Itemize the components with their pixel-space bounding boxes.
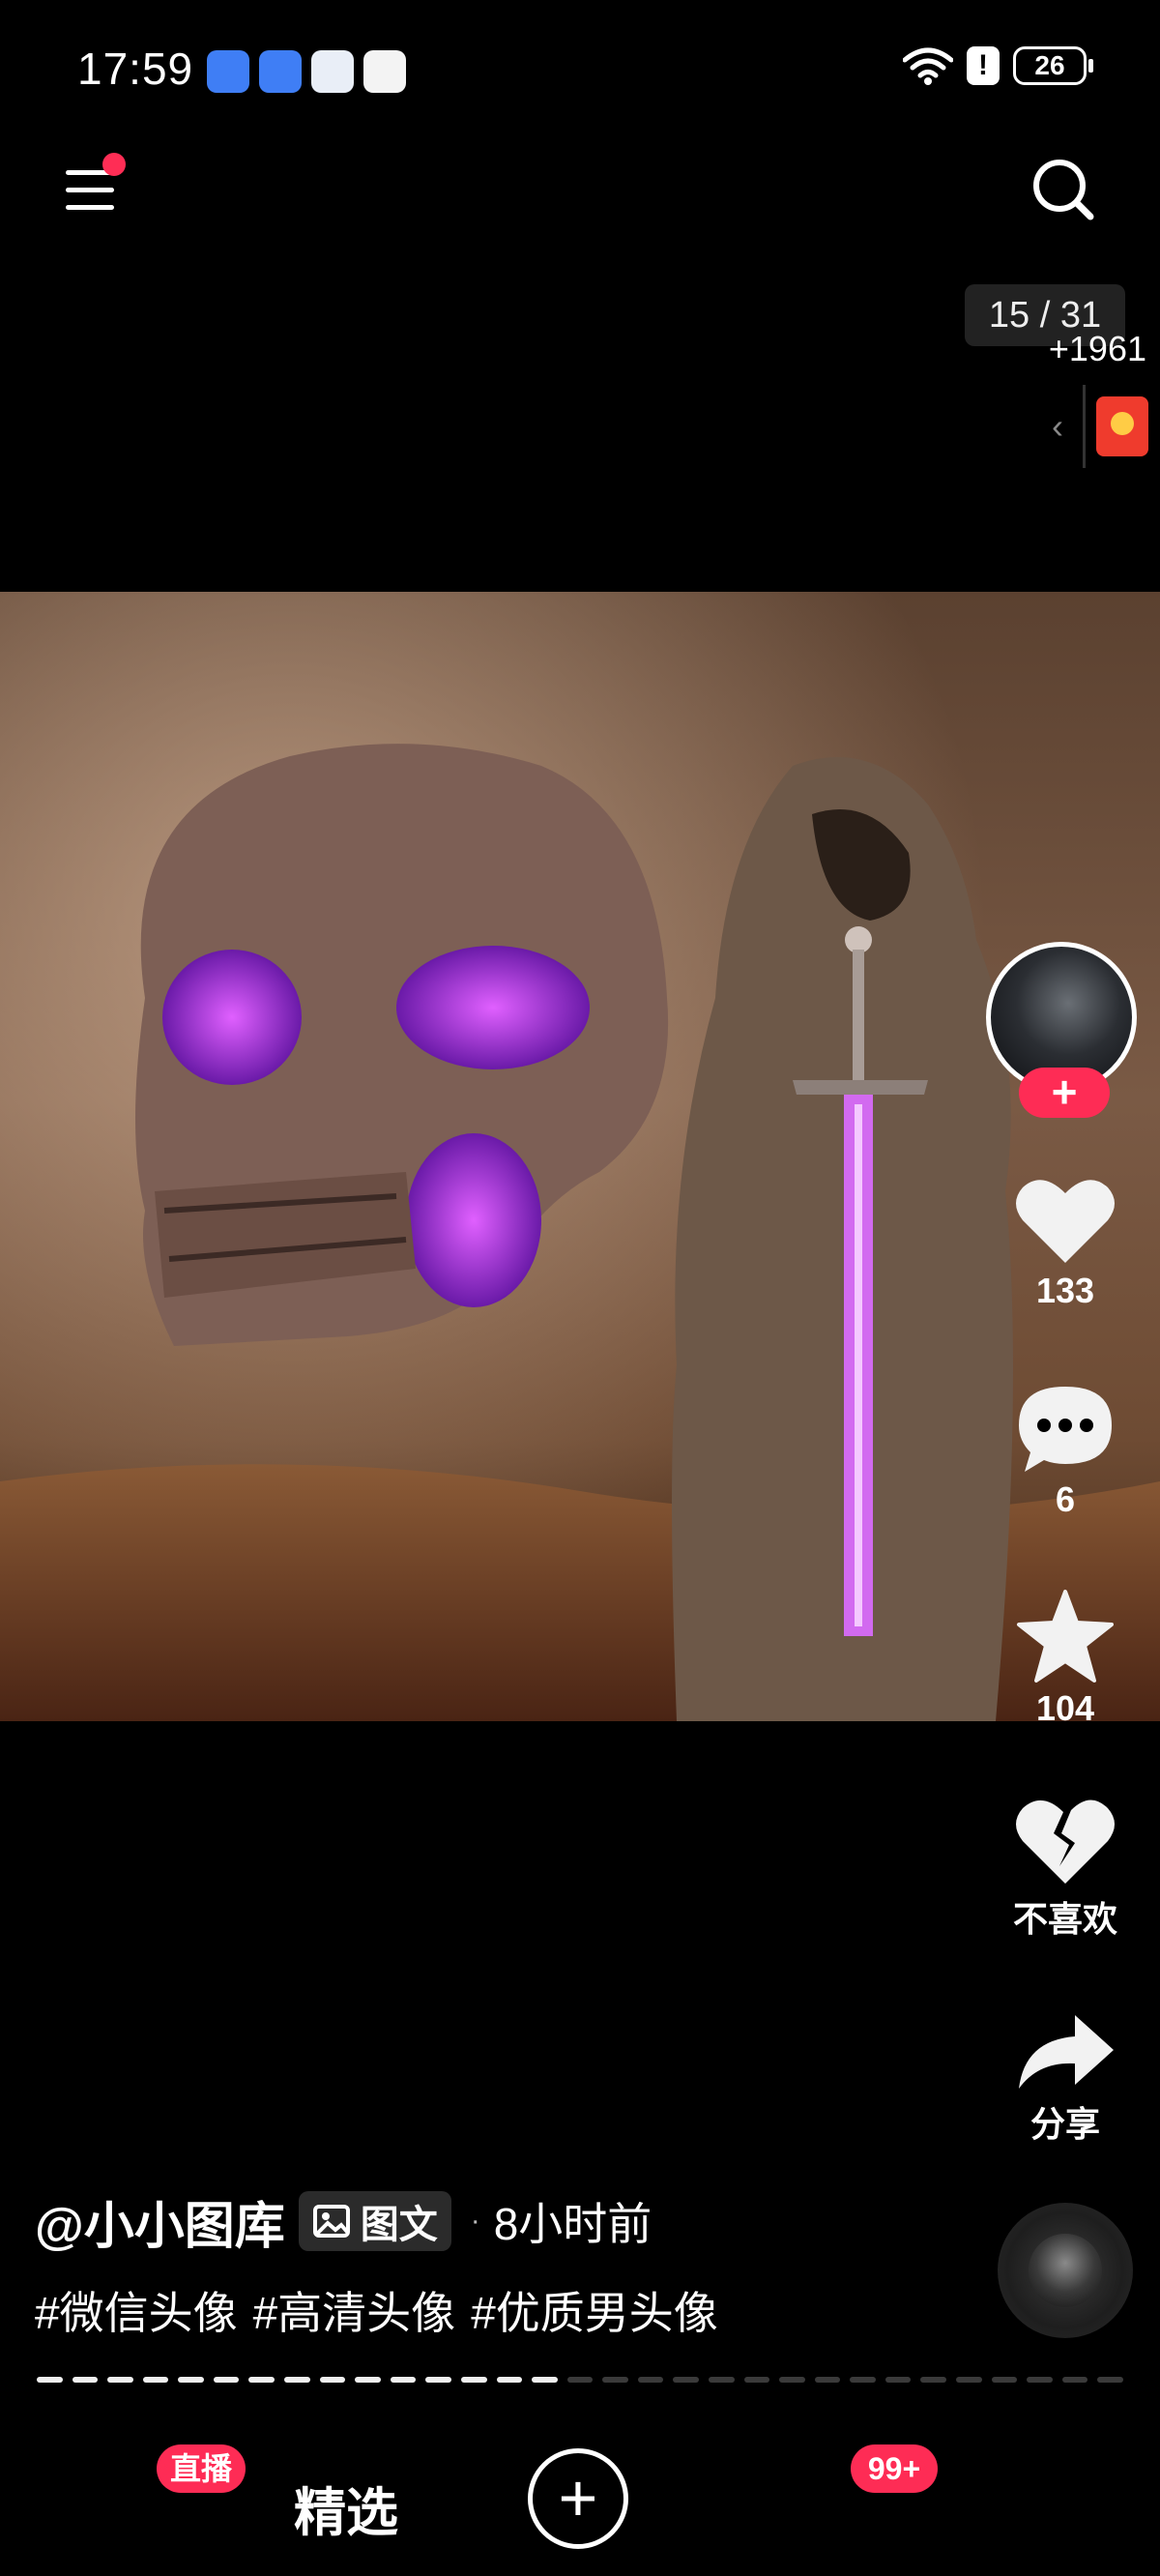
- share-button[interactable]: 分享: [986, 2011, 1145, 2147]
- author-name[interactable]: @小小图库: [35, 2185, 285, 2258]
- progress-segment: [637, 2377, 664, 2383]
- post-meta: @小小图库 图文 · 8小时前: [35, 2187, 652, 2255]
- reward-count: +1961: [1048, 329, 1146, 368]
- favorite-button[interactable]: 104: [986, 1588, 1145, 1729]
- chevron-left-icon[interactable]: ‹: [1052, 406, 1063, 447]
- game-center-icon: [363, 50, 406, 93]
- progress-segment: [850, 2377, 876, 2383]
- like-count: 133: [1035, 1271, 1095, 1310]
- music-disc[interactable]: [998, 2203, 1133, 2338]
- progress-segment: [425, 2377, 451, 2383]
- divider: [1083, 385, 1086, 468]
- comment-button[interactable]: 6: [986, 1383, 1145, 1520]
- progress-segment: [460, 2377, 487, 2383]
- favorite-count: 104: [1035, 1688, 1095, 1728]
- hashtag[interactable]: #优质男头像: [471, 2278, 718, 2342]
- post-image[interactable]: [0, 592, 1160, 1721]
- hashtag[interactable]: #微信头像: [35, 2278, 238, 2342]
- progress-segment: [1097, 2377, 1123, 2383]
- like-button[interactable]: 133: [986, 1174, 1145, 1311]
- progress-segment: [920, 2377, 947, 2383]
- share-icon: [1019, 2015, 1114, 2089]
- progress-segment: [284, 2377, 310, 2383]
- post-type-badge: 图文: [298, 2191, 451, 2251]
- progress-segment: [213, 2377, 240, 2383]
- post-time: 8小时前: [493, 2199, 652, 2249]
- progress-segment: [1027, 2377, 1053, 2383]
- wifi-icon: [903, 47, 953, 85]
- progress-segment: [496, 2377, 523, 2383]
- status-time: 17:59: [77, 44, 194, 94]
- system-icons: ! 26: [903, 46, 1093, 85]
- progress-segment: [390, 2377, 417, 2383]
- create-button[interactable]: +: [528, 2448, 628, 2549]
- hashtags: #微信头像 #高清头像 #优质男头像: [35, 2278, 718, 2342]
- progress-segment: [743, 2377, 770, 2383]
- battery-icon: 26: [1013, 46, 1093, 85]
- progress-segment: [566, 2377, 594, 2383]
- progress-segment: [319, 2377, 346, 2383]
- message-badge[interactable]: 99+: [851, 2444, 938, 2493]
- image-icon: [312, 2205, 350, 2238]
- progress-segment: [107, 2377, 133, 2383]
- comment-count: 6: [1055, 1479, 1076, 1519]
- progress-segment: [532, 2377, 558, 2383]
- live-badge[interactable]: 直播: [157, 2444, 246, 2493]
- share-label: 分享: [1030, 2104, 1100, 2144]
- browser-app-icon: [311, 50, 354, 93]
- search-icon[interactable]: [1029, 155, 1098, 224]
- honor-store-icon: [259, 50, 302, 93]
- progress-segment: [956, 2377, 982, 2383]
- progress-segment: [72, 2377, 99, 2383]
- comment-icon: [1019, 1387, 1112, 1472]
- dislike-button[interactable]: 不喜欢: [986, 1795, 1145, 1942]
- progress-segment: [355, 2377, 381, 2383]
- progress-segment: [884, 2377, 912, 2383]
- alert-icon: !: [967, 46, 1000, 85]
- progress-segment: [814, 2377, 841, 2383]
- progress-segment: [673, 2377, 699, 2383]
- progress-segment: [142, 2377, 169, 2383]
- heart-icon: [1016, 1180, 1115, 1263]
- tab-featured[interactable]: 精选: [294, 2470, 398, 2546]
- red-envelope-icon[interactable]: [1096, 396, 1148, 456]
- progress-segment: [991, 2377, 1018, 2383]
- post-type-label: 图文: [360, 2204, 438, 2246]
- separator: ·: [470, 2205, 480, 2237]
- progress-segment: [708, 2377, 735, 2383]
- menu-notification-dot: [102, 153, 126, 176]
- progress-segment: [779, 2377, 805, 2383]
- image-progress: [37, 2377, 1123, 2383]
- follow-button[interactable]: +: [1019, 1068, 1110, 1118]
- progress-segment: [178, 2377, 204, 2383]
- progress-segment: [602, 2377, 628, 2383]
- author-avatar[interactable]: +: [986, 942, 1143, 1118]
- star-icon: [1017, 1590, 1114, 1683]
- broken-heart-icon: [1016, 1800, 1115, 1884]
- progress-segment: [1061, 2377, 1088, 2383]
- notification-icons: [207, 50, 406, 93]
- status-bar: 17:59 ! 26: [0, 0, 1160, 135]
- honor-store-icon: [207, 50, 249, 93]
- progress-segment: [37, 2377, 63, 2383]
- dislike-label: 不喜欢: [1012, 1899, 1117, 1939]
- progress-segment: [248, 2377, 276, 2383]
- disc-cover: [1029, 2234, 1102, 2307]
- hashtag[interactable]: #高清头像: [253, 2278, 456, 2342]
